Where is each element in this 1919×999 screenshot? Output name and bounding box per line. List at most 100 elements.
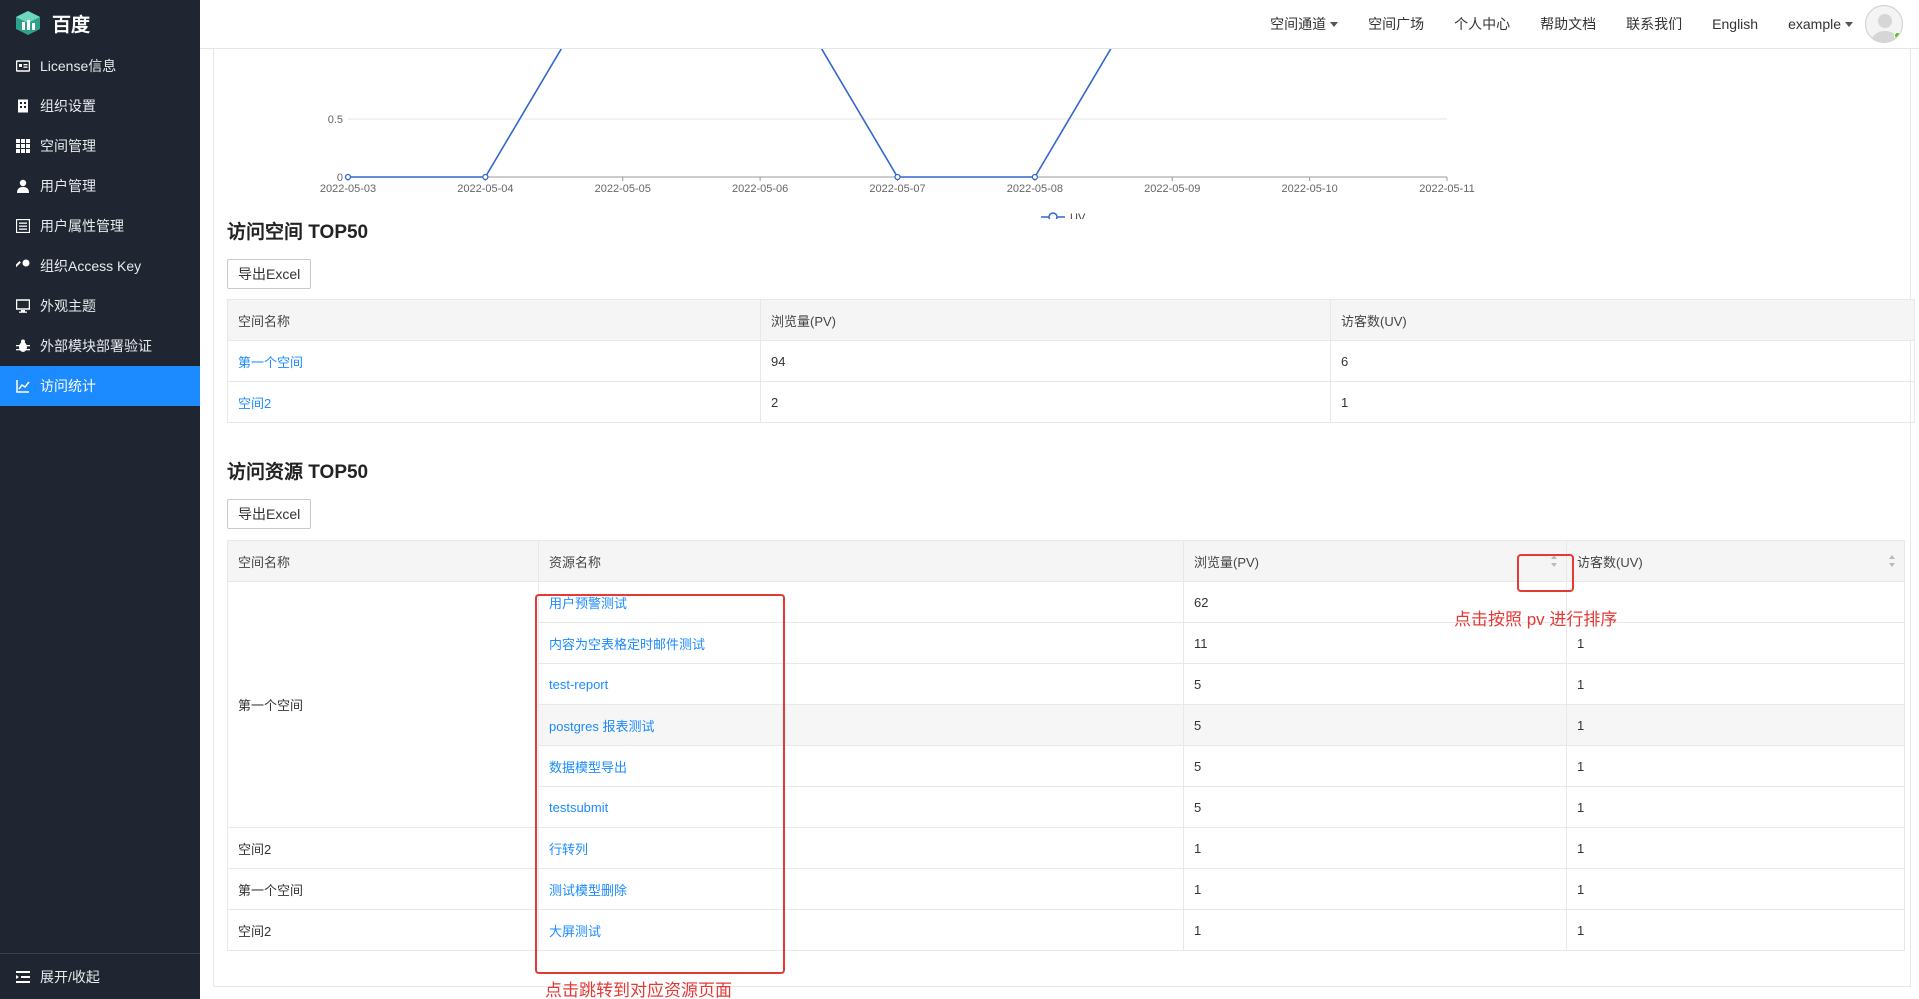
uv-cell: 1 bbox=[1330, 381, 1915, 423]
sidebar-item-2[interactable]: 空间管理 bbox=[0, 126, 200, 166]
uv-cell: 1 bbox=[1566, 868, 1905, 910]
topnav-space-square[interactable]: 空间广场 bbox=[1368, 14, 1424, 34]
uv-series-line bbox=[348, 49, 1112, 178]
topnav-contact-us[interactable]: 联系我们 bbox=[1626, 14, 1682, 34]
sidebar-toggle[interactable]: 展开/收起 bbox=[0, 953, 200, 999]
online-status-dot bbox=[1894, 32, 1901, 39]
col-resource-name: 资源名称 bbox=[538, 540, 1184, 582]
building-icon bbox=[18, 99, 28, 113]
topnav-personal-center[interactable]: 个人中心 bbox=[1454, 14, 1510, 34]
topnav-help-docs[interactable]: 帮助文档 bbox=[1540, 14, 1596, 34]
link-annotation-text: 点击跳转到对应资源页面 bbox=[545, 981, 732, 999]
y-tick-label: 0.5 bbox=[328, 114, 343, 126]
pv-cell: 2 bbox=[760, 381, 1331, 423]
space-link[interactable]: 第一个空间 bbox=[238, 355, 303, 370]
monitor-icon bbox=[16, 299, 30, 313]
top-bar: 空间通道 空间广场 个人中心 帮助文档 联系我们 English example bbox=[200, 0, 1919, 49]
top-nav: 空间通道 空间广场 个人中心 帮助文档 联系我们 English example bbox=[1240, 0, 1903, 48]
sort-annotation-text: 点击按照 pv 进行排序 bbox=[1454, 610, 1618, 629]
main-content: 0 0.5 2022-05-03 2022-05-04 2022-05-05 2022-0… bbox=[200, 49, 1919, 999]
sidebar-item-4[interactable]: 用户属性管理 bbox=[0, 206, 200, 246]
uv-data-point bbox=[1031, 173, 1039, 181]
uv-cell: 1 bbox=[1566, 745, 1905, 787]
col-pv: 浏览量(PV) bbox=[760, 299, 1331, 341]
space-name-cell: 空间2 bbox=[227, 381, 761, 423]
legend-marker bbox=[1048, 212, 1058, 222]
x-tick-label: 2022-05-04 bbox=[457, 183, 513, 195]
space-name-cell: 空间2 bbox=[227, 827, 539, 869]
x-tick-label: 2022-05-08 bbox=[1007, 183, 1063, 195]
sidebar-item-1[interactable]: 组织设置 bbox=[0, 86, 200, 126]
col-uv: 访客数(UV) bbox=[1330, 299, 1915, 341]
uv-line-chart: 0 0.5 2022-05-03 2022-05-04 2022-05-05 2022-0… bbox=[214, 49, 1912, 224]
x-tick-label: 2022-05-09 bbox=[1144, 183, 1200, 195]
link-annotation-box bbox=[535, 594, 785, 974]
brand-logo-icon bbox=[16, 11, 40, 35]
collapse-icon bbox=[16, 970, 30, 983]
uv-chart-svg: 00.52022-05-03 2022-05-04 2022-05-05 2022-0… bbox=[320, 49, 1475, 224]
brand-name: 百度 bbox=[52, 14, 91, 36]
export-spaces-excel-button[interactable]: 导出Excel bbox=[227, 259, 312, 289]
sidebar-item-5[interactable]: 组织Access Key bbox=[0, 246, 200, 286]
space-top50-title: 访问空间 TOP50 bbox=[227, 222, 369, 243]
sidebar-item-8[interactable]: 访问统计 bbox=[0, 366, 200, 406]
user-icon bbox=[17, 179, 29, 193]
sidebar-item-label: License信息 bbox=[40, 58, 117, 74]
space-link[interactable]: 空间2 bbox=[238, 396, 271, 411]
space-top50-table: 空间名称 浏览量(PV) 访客数(UV) 第一个空间 94 6 空间2 2 1 bbox=[227, 299, 1915, 423]
table-row: 空间2 大屏测试 1 1 bbox=[227, 909, 1905, 951]
topnav-space-channel[interactable]: 空间通道 bbox=[1270, 14, 1339, 34]
pv-cell: 5 bbox=[1183, 704, 1567, 746]
chevron-down-icon bbox=[1330, 21, 1339, 27]
sort-icon[interactable] bbox=[1888, 554, 1896, 568]
grid-icon bbox=[16, 139, 30, 153]
space-name-cell: 第一个空间 bbox=[227, 581, 539, 828]
x-tick-label: 2022-05-06 bbox=[732, 183, 788, 195]
col-space-name: 空间名称 bbox=[227, 540, 539, 582]
pv-cell: 94 bbox=[760, 340, 1331, 382]
id-card-icon bbox=[16, 60, 30, 72]
pv-cell: 1 bbox=[1183, 868, 1567, 910]
sidebar-item-label: 访问统计 bbox=[40, 378, 96, 394]
sidebar-item-label: 组织设置 bbox=[40, 98, 96, 114]
space-name-cell: 第一个空间 bbox=[227, 868, 539, 910]
sidebar-item-7[interactable]: 外部模块部署验证 bbox=[0, 326, 200, 366]
pv-cell: 1 bbox=[1183, 909, 1567, 951]
topnav-user-menu[interactable]: example bbox=[1788, 16, 1853, 32]
stats-panel: 0 0.5 2022-05-03 2022-05-04 2022-05-05 2022-0… bbox=[213, 49, 1915, 987]
x-tick-label: 2022-05-07 bbox=[869, 183, 925, 195]
avatar[interactable] bbox=[1865, 5, 1903, 43]
topnav-language[interactable]: English bbox=[1712, 16, 1758, 32]
uv-cell: 1 bbox=[1566, 663, 1905, 705]
x-tick-label: 2022-05-03 bbox=[320, 183, 376, 195]
col-space-name: 空间名称 bbox=[227, 299, 761, 341]
list-icon bbox=[16, 219, 30, 233]
key-icon bbox=[16, 259, 30, 269]
col-uv-sortable[interactable]: 访客数(UV) bbox=[1566, 540, 1905, 582]
sidebar-item-3[interactable]: 用户管理 bbox=[0, 166, 200, 206]
legend-label: UV bbox=[1070, 212, 1086, 219]
sidebar-item-6[interactable]: 外观主题 bbox=[0, 286, 200, 326]
export-resources-excel-button[interactable]: 导出Excel bbox=[227, 499, 312, 529]
brand[interactable]: 百度 bbox=[0, 0, 200, 46]
space-name-cell: 第一个空间 bbox=[227, 340, 761, 382]
x-tick-label: 2022-05-10 bbox=[1281, 183, 1337, 195]
table-header-row: 空间名称 浏览量(PV) 访客数(UV) bbox=[227, 299, 1915, 341]
x-tick-label: 2022-05-05 bbox=[595, 183, 651, 195]
uv-cell: 1 bbox=[1566, 909, 1905, 951]
sidebar-toggle-label: 展开/收起 bbox=[40, 968, 100, 985]
uv-data-point bbox=[894, 173, 901, 181]
table-row: 第一个空间 用户预警测试 62 bbox=[227, 581, 1905, 828]
x-tick-label: 2022-05-11 bbox=[1419, 183, 1474, 195]
sidebar: 百度 License信息 组织设置空间管理用户管理 用户属性管理 组织Access K… bbox=[0, 0, 200, 999]
sidebar-item-label: 空间管理 bbox=[40, 138, 96, 154]
sidebar-item-label: 外部模块部署验证 bbox=[40, 338, 152, 354]
col-pv-sortable[interactable]: 浏览量(PV) bbox=[1183, 540, 1567, 582]
sidebar-nav: License信息 组织设置 空间管理 用户管理 用户属性管理 组织Access Key 外… bbox=[0, 46, 200, 406]
uv-cell: 1 bbox=[1566, 704, 1905, 746]
table-row: 空间2 2 1 bbox=[227, 381, 1915, 423]
sidebar-item-0[interactable]: License信息 bbox=[0, 46, 200, 86]
chevron-down-icon bbox=[1845, 21, 1853, 27]
uv-data-point bbox=[482, 173, 489, 181]
resource-top50-table: 空间名称 资源名称 浏览量(PV) 访客数(UV) 第一个空间 用户预警测试 62 内… bbox=[227, 540, 1905, 951]
